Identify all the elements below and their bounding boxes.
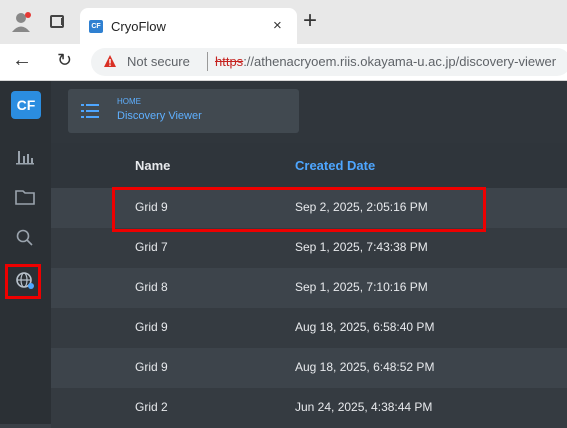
app-root: CF HOME Discovery Viewer Name Created Da… bbox=[0, 81, 567, 428]
back-arrow-icon[interactable]: ← bbox=[12, 49, 32, 72]
tab-actions-icon[interactable] bbox=[50, 15, 64, 28]
cryoflow-favicon-icon: CF bbox=[89, 20, 103, 33]
cell-created-date: Aug 18, 2025, 6:58:40 PM bbox=[295, 320, 435, 334]
column-header-name[interactable]: Name bbox=[135, 158, 170, 173]
browser-tab[interactable]: CF CryoFlow × bbox=[80, 8, 297, 44]
search-icon[interactable] bbox=[14, 227, 36, 249]
cell-created-date: Jun 24, 2025, 4:38:44 PM bbox=[295, 400, 433, 414]
security-status[interactable]: Not secure bbox=[127, 54, 190, 69]
row-highlight-box bbox=[112, 187, 486, 232]
cell-name: Grid 2 bbox=[135, 400, 168, 414]
table-header: Name Created Date bbox=[51, 143, 567, 188]
reload-icon[interactable]: ↻ bbox=[57, 50, 72, 71]
table-row[interactable]: Grid 7 Sep 1, 2025, 7:43:38 PM bbox=[51, 228, 567, 268]
cell-name: Grid 9 bbox=[135, 320, 168, 334]
bar-chart-icon[interactable] bbox=[14, 145, 36, 167]
divider bbox=[207, 52, 208, 71]
url-rest: ://athenacryoem.riis.okayama-u.ac.jp/dis… bbox=[243, 54, 557, 69]
breadcrumb: HOME Discovery Viewer bbox=[68, 89, 299, 133]
cell-name: Grid 8 bbox=[135, 280, 168, 294]
url-text[interactable]: https://athenacryoem.riis.okayama-u.ac.j… bbox=[215, 54, 556, 69]
app-logo[interactable]: CF bbox=[11, 91, 41, 119]
profile-icon[interactable] bbox=[10, 11, 32, 33]
folder-icon[interactable] bbox=[14, 186, 36, 208]
url-scheme: https bbox=[215, 54, 244, 69]
cell-created-date: Sep 1, 2025, 7:10:16 PM bbox=[295, 280, 428, 294]
table-row[interactable]: Grid 9 Aug 18, 2025, 6:48:52 PM bbox=[51, 348, 567, 388]
side-rail: CF bbox=[0, 81, 51, 424]
cell-name: Grid 9 bbox=[135, 360, 168, 374]
tab-close-icon[interactable]: × bbox=[273, 17, 282, 34]
breadcrumb-current: Discovery Viewer bbox=[117, 110, 202, 122]
warning-icon[interactable] bbox=[103, 54, 117, 68]
browser-tab-strip: CF CryoFlow × + bbox=[0, 0, 567, 44]
table-row[interactable]: Grid 2 Jun 24, 2025, 4:38:44 PM bbox=[51, 388, 567, 428]
cell-created-date: Sep 1, 2025, 7:43:38 PM bbox=[295, 240, 428, 254]
active-rail-highlight bbox=[5, 264, 41, 299]
column-header-created-date[interactable]: Created Date bbox=[295, 158, 375, 173]
cell-name: Grid 7 bbox=[135, 240, 168, 254]
tab-title: CryoFlow bbox=[111, 19, 166, 34]
menu-list-icon[interactable] bbox=[81, 104, 99, 118]
table-row[interactable]: Grid 8 Sep 1, 2025, 7:10:16 PM bbox=[51, 268, 567, 308]
breadcrumb-home[interactable]: HOME bbox=[117, 97, 141, 106]
table-row[interactable]: Grid 9 Aug 18, 2025, 6:58:40 PM bbox=[51, 308, 567, 348]
address-bar[interactable]: Not secure https://athenacryoem.riis.oka… bbox=[91, 48, 567, 76]
cell-created-date: Aug 18, 2025, 6:48:52 PM bbox=[295, 360, 435, 374]
browser-toolbar: ← ↻ Not secure https://athenacryoem.riis… bbox=[0, 44, 567, 81]
new-tab-button[interactable]: + bbox=[303, 7, 317, 35]
